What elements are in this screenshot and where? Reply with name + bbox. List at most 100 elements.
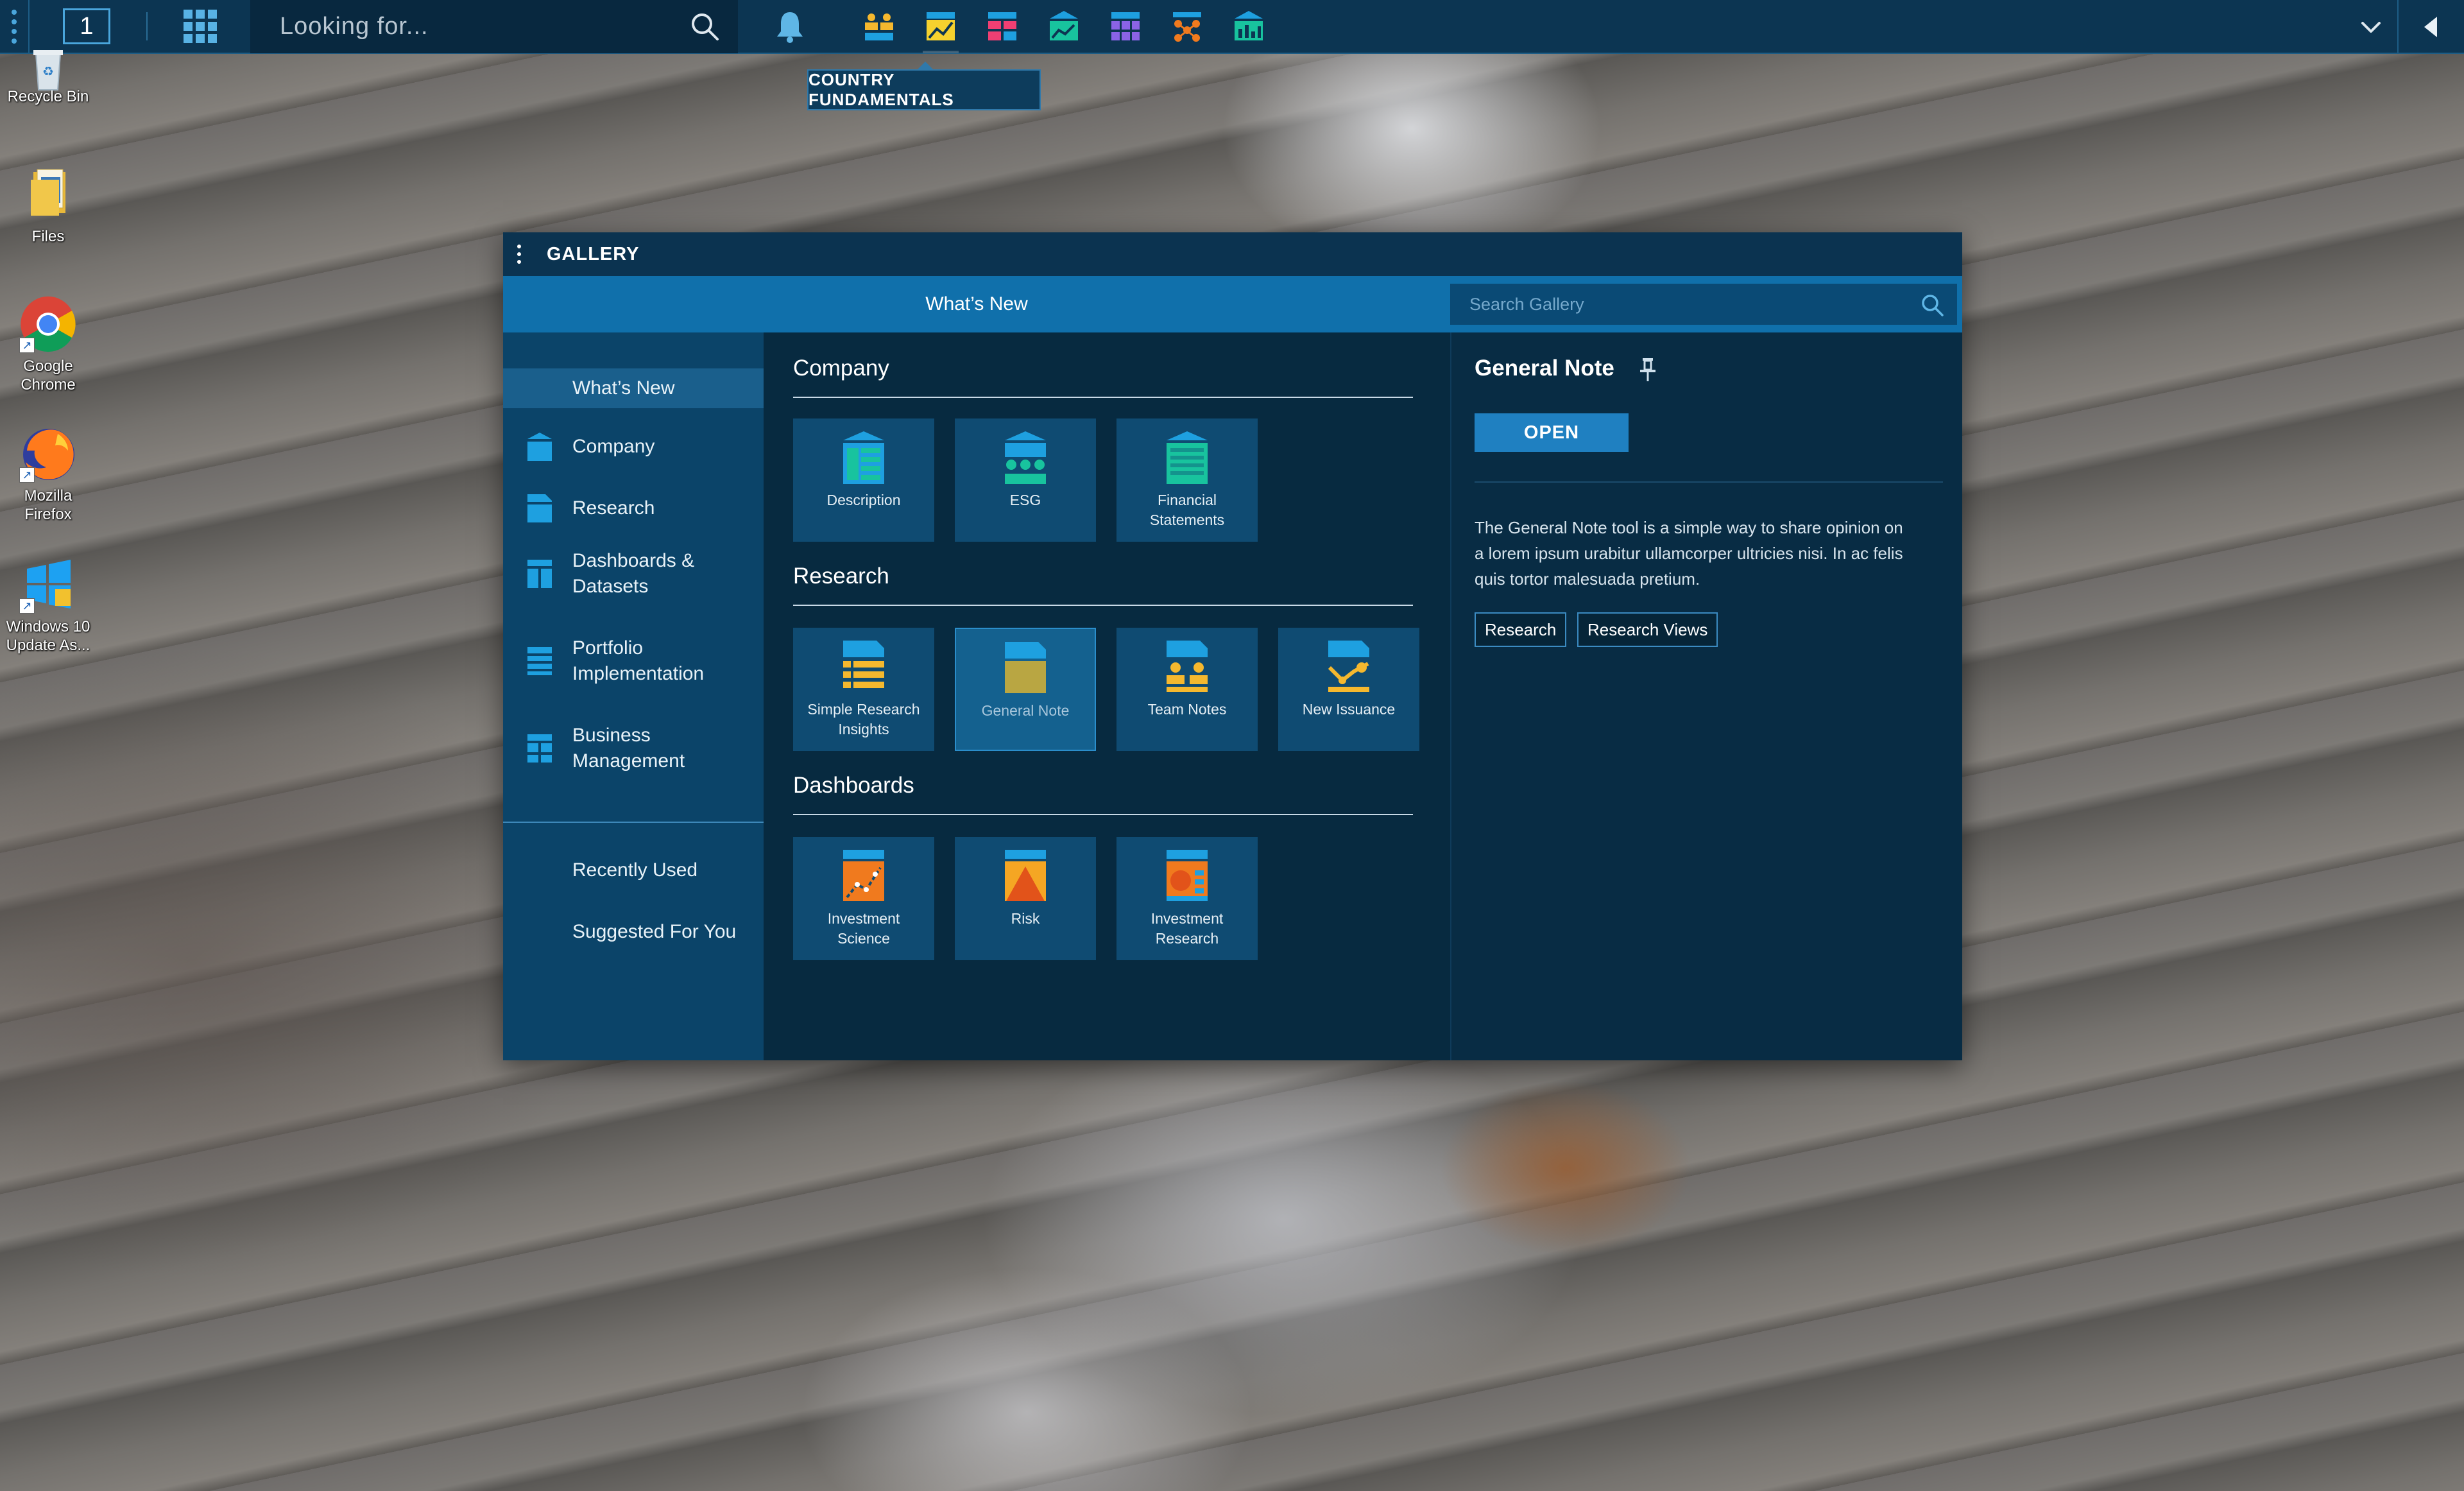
app-grid-icon[interactable] [184, 10, 217, 43]
caret-left-icon [2424, 17, 2437, 37]
taskbar-divider [28, 0, 30, 53]
business-icon [527, 734, 552, 763]
launcher-bar [848, 0, 1279, 53]
gallery-main: Company Description ESG Financial Statem… [764, 332, 1450, 1060]
portfolio-icon [527, 647, 552, 675]
section-title-research: Research [793, 564, 889, 589]
sidebar-item-recently-used[interactable]: Recently Used [503, 852, 764, 888]
investment-research-icon [1167, 850, 1208, 901]
sidebar-item-business-management[interactable]: Business Management [503, 719, 764, 778]
gallery-search-input[interactable] [1469, 294, 1893, 315]
bar-chart-launcher-icon[interactable] [1218, 0, 1279, 53]
taskbar-menu-icon[interactable] [0, 0, 28, 53]
sidebar-item-company[interactable]: Company [503, 427, 764, 466]
grid-launcher-icon[interactable] [1095, 0, 1156, 53]
tile-investment-science[interactable]: Investment Science [793, 837, 934, 960]
desktop-icon-windows-update[interactable]: ↗ Windows 10 Update As... [0, 556, 96, 655]
chrome-icon: ↗ [19, 295, 77, 353]
tile-risk[interactable]: Risk [955, 837, 1096, 960]
sidebar-item-label: Portfolio Implementation [572, 637, 705, 684]
sidebar-item-label: Dashboards & Datasets [572, 550, 695, 597]
desktop-icon-label: Google Chrome [21, 358, 76, 393]
tile-investment-research[interactable]: Investment Research [1116, 837, 1258, 960]
gallery-header-title: What’s New [925, 293, 1028, 315]
detail-title: General Note [1475, 356, 1614, 381]
gallery-search [1450, 284, 1957, 325]
tag-research-views[interactable]: Research Views [1577, 612, 1718, 647]
sidebar-item-label: Business Management [572, 725, 685, 771]
tag-research[interactable]: Research [1475, 612, 1567, 647]
sidebar-item-whats-new[interactable]: What’s New [503, 368, 764, 408]
desktop-icon-label: Windows 10 Update As... [6, 618, 90, 654]
tile-label: Team Notes [1147, 701, 1227, 718]
tile-label: New Issuance [1302, 701, 1396, 718]
gallery-menu-icon[interactable] [517, 245, 521, 264]
shortcut-arrow-icon: ↗ [19, 598, 35, 614]
tile-general-note[interactable]: General Note [955, 628, 1096, 751]
tile-team-notes[interactable]: Team Notes [1116, 628, 1258, 751]
tile-new-issuance[interactable]: New Issuance [1278, 628, 1419, 751]
tile-simple-research-insights[interactable]: Simple Research Insights [793, 628, 934, 751]
search-icon[interactable] [1920, 293, 1944, 317]
desktop-icon-recycle-bin[interactable]: ♻ Recycle Bin [0, 47, 96, 106]
description-icon [843, 431, 884, 484]
launcher-tooltip: COUNTRY FUNDAMENTALS [807, 62, 1041, 110]
team-notes-icon [1167, 641, 1208, 692]
tile-label: General Note [981, 702, 1070, 719]
dashboard-launcher-icon[interactable] [971, 0, 1033, 53]
detail-description: The General Note tool is a simple way to… [1475, 518, 1903, 589]
tile-label: Risk [1011, 910, 1040, 927]
search-icon[interactable] [689, 11, 720, 42]
pin-icon[interactable] [1636, 356, 1659, 384]
svg-text:♻: ♻ [42, 64, 54, 79]
tile-esg[interactable]: ESG [955, 418, 1096, 542]
team-launcher-icon[interactable] [848, 0, 910, 53]
sidebar-divider [503, 822, 764, 823]
gallery-window: GALLERY What’s New What’s New Company [503, 232, 1962, 1060]
workspace-switcher-button[interactable]: 1 [63, 8, 110, 44]
tile-label: ESG [1009, 492, 1041, 508]
shortcut-arrow-icon: ↗ [19, 338, 35, 353]
sidebar-item-label: What’s New [572, 377, 675, 399]
chart-launcher-icon[interactable] [1033, 0, 1095, 53]
desktop-icon-files[interactable]: Files [0, 166, 96, 246]
tile-label: Investment Research [1151, 910, 1224, 947]
sidebar-item-label: Recently Used [572, 859, 698, 881]
network-launcher-icon[interactable] [1156, 0, 1218, 53]
section-title-dashboards: Dashboards [793, 773, 914, 798]
country-fundamentals-icon[interactable] [910, 0, 971, 53]
taskbar-search-input[interactable] [280, 12, 665, 40]
notifications-bell-icon[interactable] [755, 0, 825, 53]
desktop-icon-google-chrome[interactable]: ↗ Google Chrome [0, 295, 96, 394]
tile-label: Investment Science [827, 910, 900, 947]
new-issuance-icon [1328, 641, 1369, 692]
company-icon [527, 433, 552, 461]
sidebar-item-portfolio-implementation[interactable]: Portfolio Implementation [503, 632, 764, 691]
section-divider [793, 397, 1413, 398]
tile-description[interactable]: Description [793, 418, 934, 542]
section-divider [793, 814, 1413, 815]
financial-statements-icon [1167, 431, 1208, 484]
windows-update-icon: ↗ [19, 556, 77, 614]
gallery-title: GALLERY [547, 243, 640, 264]
esg-icon [1005, 431, 1046, 484]
collapse-taskbar-button[interactable] [2397, 0, 2464, 54]
tile-label: Financial Statements [1149, 492, 1225, 528]
desktop-icon-mozilla-firefox[interactable]: ↗ Mozilla Firefox [0, 425, 96, 524]
desktop-icon-label: Files [31, 228, 65, 245]
research-insights-icon [843, 641, 884, 688]
taskbar-search [250, 0, 738, 53]
chevron-down-icon[interactable] [2355, 12, 2387, 44]
gallery-body: What’s New Company Research Dashboards &… [503, 332, 1962, 1060]
risk-icon [1005, 850, 1046, 901]
desktop-icon-label: Mozilla Firefox [24, 487, 73, 523]
gallery-detail-panel: General Note OPEN The General Note tool … [1450, 332, 1962, 1060]
sidebar-item-dashboards-datasets[interactable]: Dashboards & Datasets [503, 544, 764, 603]
folder-icon [19, 166, 77, 223]
sidebar-item-research[interactable]: Research [503, 489, 764, 528]
open-button[interactable]: OPEN [1475, 413, 1629, 452]
tile-financial-statements[interactable]: Financial Statements [1116, 418, 1258, 542]
taskbar-separator [146, 12, 148, 40]
sidebar-item-suggested-for-you[interactable]: Suggested For You [503, 914, 764, 950]
detail-divider [1475, 481, 1943, 483]
